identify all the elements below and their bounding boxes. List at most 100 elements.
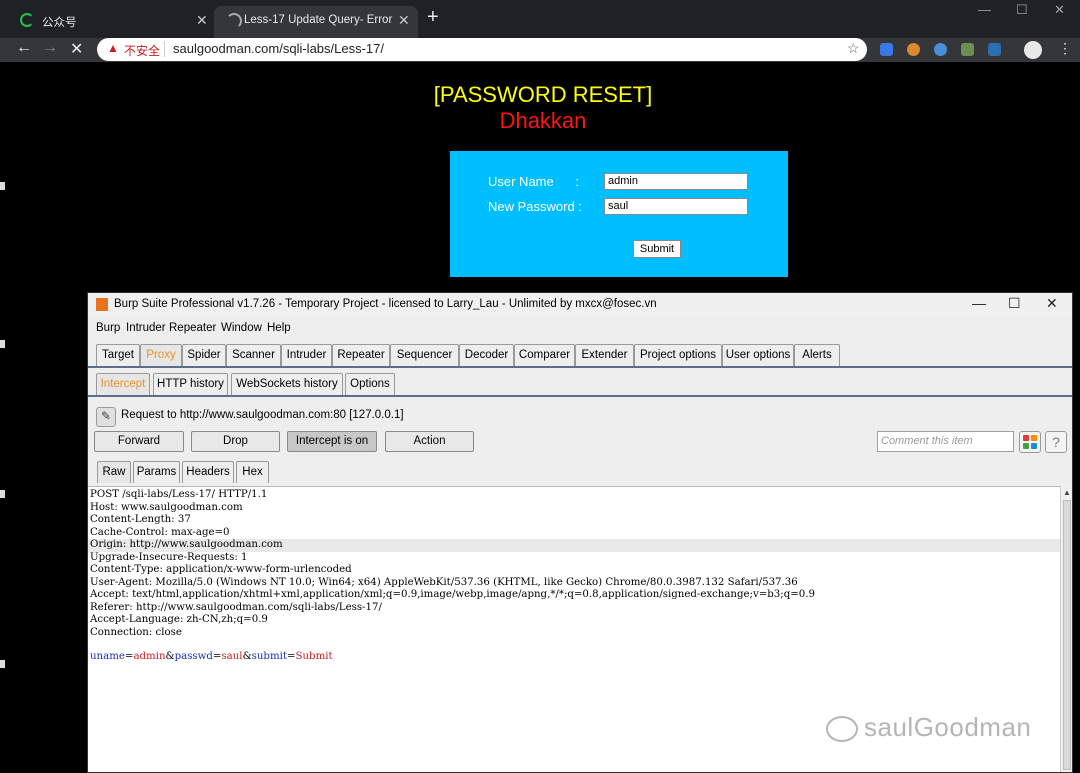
background-window-fragment (0, 490, 5, 498)
close-tab-icon[interactable]: ✕ (398, 12, 410, 29)
close-window-icon[interactable]: ✕ (1054, 2, 1065, 18)
cookie-extension-icon[interactable] (907, 43, 920, 56)
forward-button[interactable]: Forward (94, 431, 184, 452)
help-icon[interactable]: ? (1045, 431, 1067, 453)
tab-options[interactable]: Options (345, 373, 395, 395)
tab-proxy[interactable]: Proxy (140, 344, 182, 366)
request-line: Referer: http://www.saulgoodman.com/sqli… (90, 601, 382, 613)
menu-window[interactable]: Window (221, 322, 262, 334)
tab-hex[interactable]: Hex (236, 461, 269, 483)
close-window-icon[interactable]: ✕ (1046, 295, 1058, 312)
request-line: User-Agent: Mozilla/5.0 (Windows NT 10.0… (90, 576, 798, 588)
translate-extension-icon[interactable] (880, 43, 893, 56)
new-password-field[interactable]: saul (604, 198, 748, 215)
color-swatch (1023, 435, 1029, 441)
loading-spinner-icon (226, 13, 242, 29)
tab-comparer[interactable]: Comparer (514, 344, 575, 366)
background-window-fragment (0, 660, 5, 668)
watermark-text: saulGoodman (864, 712, 1032, 742)
request-line: Content-Length: 37 (90, 514, 191, 525)
request-line: POST /sqli-labs/Less-17/ HTTP/1.1 (90, 489, 268, 500)
submit-button[interactable]: Submit (633, 240, 681, 258)
edit-pencil-icon[interactable]: ✎ (96, 407, 116, 427)
color-swatch (1031, 443, 1037, 449)
menu-repeater[interactable]: Repeater (169, 322, 216, 334)
tab-intercept[interactable]: Intercept (96, 373, 150, 395)
param-value: saul (221, 651, 243, 662)
highlight-color-icon[interactable] (1019, 431, 1041, 453)
close-tab-icon[interactable]: ✕ (196, 12, 208, 29)
tab-title: 公众号 (42, 17, 77, 29)
tab-extender[interactable]: Extender (575, 344, 634, 366)
tab-raw[interactable]: Raw (97, 461, 131, 483)
address-bar[interactable]: ▲ 不安全 saulgoodman.com/sqli-labs/Less-17/… (97, 38, 867, 61)
drop-button[interactable]: Drop (191, 431, 280, 452)
maximize-icon[interactable]: ☐ (1008, 295, 1021, 312)
proxy-extension-icon[interactable] (961, 43, 974, 56)
burp-logo-icon (96, 298, 108, 311)
param-value: admin (133, 651, 166, 662)
tab-repeater[interactable]: Repeater (332, 344, 390, 366)
request-line: Connection: close (90, 626, 182, 638)
qr-extension-icon[interactable] (988, 43, 1001, 56)
username-label: User Name : (488, 174, 580, 189)
menu-help[interactable]: Help (267, 322, 291, 334)
stop-icon[interactable]: ✕ (70, 39, 83, 59)
comment-input[interactable]: Comment this item (877, 431, 1014, 452)
tab-websockets-history[interactable]: WebSockets history (231, 373, 343, 395)
tab-intruder[interactable]: Intruder (281, 344, 332, 366)
vertical-scrollbar[interactable]: ▲ (1060, 486, 1072, 772)
new-tab-icon[interactable]: + (427, 6, 439, 29)
param-key: submit (251, 651, 287, 662)
menu-intruder[interactable]: Intruder (126, 322, 166, 334)
tab-sequencer[interactable]: Sequencer (390, 344, 459, 366)
tab-title: Less-17 Update Query- Error b (244, 14, 396, 26)
tab-http-history[interactable]: HTTP history (153, 373, 228, 395)
burp-menu-bar: Burp Intruder Repeater Window Help (88, 317, 1072, 339)
password-reset-form: User Name : New Password : admin saul Su… (450, 151, 788, 277)
message-view-tabs: Raw Params Headers Hex (88, 461, 1072, 485)
background-window-fragment (0, 182, 5, 190)
browser-tab-less17[interactable]: Less-17 Update Query- Error b ✕ (214, 6, 418, 38)
tab-user-options[interactable]: User options (722, 344, 794, 366)
tab-spider[interactable]: Spider (182, 344, 226, 366)
action-button[interactable]: Action (385, 431, 474, 452)
bookmark-star-icon[interactable]: ☆ (847, 40, 860, 57)
proxy-tabs: Intercept HTTP history WebSockets histor… (88, 373, 1072, 397)
color-swatch (1023, 443, 1029, 449)
burp-window-title: Burp Suite Professional v1.7.26 - Tempor… (114, 298, 657, 310)
username-field[interactable]: admin (604, 173, 748, 190)
password-label: New Password : (488, 199, 582, 214)
browser-toolbar: ← → ✕ ▲ 不安全 saulgoodman.com/sqli-labs/Le… (0, 38, 1080, 62)
tab-decoder[interactable]: Decoder (459, 344, 514, 366)
minimize-icon[interactable]: — (978, 2, 991, 17)
maximize-icon[interactable]: ☐ (1016, 2, 1028, 18)
scroll-up-icon[interactable]: ▲ (1063, 488, 1071, 497)
background-window-fragment (0, 340, 5, 348)
request-line: Origin: http://www.saulgoodman.com (88, 539, 1060, 552)
request-info: Request to http://www.saulgoodman.com:80… (121, 409, 404, 421)
page-subtitle: Dhakkan (499, 108, 587, 133)
browser-tab-bar: 公众号 ✕ Less-17 Update Query- Error b ✕ + … (0, 0, 1080, 38)
profile-avatar[interactable] (1024, 41, 1042, 59)
tab-params[interactable]: Params (133, 461, 180, 483)
param-key: passwd (174, 651, 213, 662)
intercept-toggle[interactable]: Intercept is on (287, 431, 377, 452)
menu-burp[interactable]: Burp (96, 322, 120, 334)
minimize-icon[interactable]: — (972, 295, 986, 311)
burp-title-bar: Burp Suite Professional v1.7.26 - Tempor… (88, 293, 1072, 317)
scroll-thumb[interactable] (1063, 500, 1071, 770)
tab-target[interactable]: Target (96, 344, 140, 366)
tab-headers[interactable]: Headers (182, 461, 234, 483)
tab-scanner[interactable]: Scanner (226, 344, 281, 366)
divider (164, 41, 165, 57)
globe-extension-icon[interactable] (934, 43, 947, 56)
tab-alerts[interactable]: Alerts (794, 344, 840, 366)
request-line: Accept: text/html,application/xhtml+xml,… (90, 589, 815, 600)
forward-icon[interactable]: → (42, 39, 58, 57)
menu-dots-icon[interactable]: ⋮ (1058, 40, 1072, 57)
browser-tab-wechat[interactable]: 公众号 ✕ (6, 6, 214, 38)
tab-project-options[interactable]: Project options (634, 344, 722, 366)
back-icon[interactable]: ← (16, 39, 32, 57)
request-line: Upgrade-Insecure-Requests: 1 (90, 551, 248, 563)
